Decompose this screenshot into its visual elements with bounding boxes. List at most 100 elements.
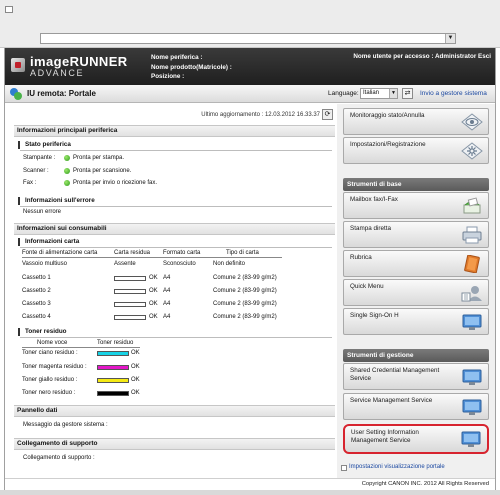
section-device-info: Informazioni principali periferica (14, 125, 335, 137)
paper-source: Cassetto 1 (22, 275, 51, 281)
toner-name: Toner magenta residuo : (22, 364, 87, 370)
location-label: Posizione : (151, 73, 185, 80)
service-management-button[interactable]: Service Management Service (343, 393, 489, 420)
button-label: Shared Credential Management Service (350, 367, 440, 382)
header-underline (22, 257, 282, 258)
user-info[interactable]: Nome utente per accesso : Administrator … (353, 53, 491, 60)
paper-level-bar (114, 315, 146, 320)
address-bar[interactable]: ▼ (40, 33, 456, 44)
language-apply-button[interactable]: ⇄ (402, 88, 413, 99)
paper-type: Comune 2 (83-99 g/m2) (213, 288, 277, 294)
quick-menu-button[interactable]: Quick Menu (343, 279, 489, 306)
status-value: Pronta per invio o ricezione fax. (73, 180, 158, 186)
language-label: Language: (328, 90, 359, 97)
column-header: Toner residuo (97, 340, 134, 346)
toner-name: Toner ciano residuo : (22, 350, 78, 356)
paper-level-bar (114, 302, 146, 307)
address-book-icon (464, 255, 480, 273)
paper-source: Cassetto 4 (22, 314, 51, 320)
last-update: Ultimo aggiornamento : 12.03.2012 16.33.… (201, 112, 320, 118)
fax-mailbox-button[interactable]: Mailbox fax/I-Fax (343, 192, 489, 219)
divider (20, 247, 332, 248)
page-titlebar: IU remota: Portale Language: Italian ▼ ⇄… (5, 85, 495, 103)
status-label: Stampante : (23, 155, 56, 161)
footer: Copyright CANON INC. 2012 All Rights Res… (5, 478, 495, 490)
shared-credential-button[interactable]: Shared Credential Management Service (343, 363, 489, 390)
device-name-label: Nome periferica : (151, 54, 203, 61)
status-ok-icon (64, 155, 70, 161)
admin-message-label: Messaggio da gestore sistema : (23, 422, 108, 428)
monitor-icon (461, 431, 481, 447)
refresh-button[interactable]: ⟳ (322, 109, 333, 120)
status-monitor-button[interactable]: Monitoraggio stato/Annulla (343, 108, 489, 135)
button-label: Monitoraggio stato/Annulla (350, 112, 425, 119)
chevron-down-icon: ▼ (389, 89, 397, 98)
paper-remaining: Assente (114, 261, 136, 267)
button-label: Rubrica (350, 254, 372, 261)
monitor-icon (462, 314, 482, 330)
product-subtitle: ADVANCE (30, 68, 85, 78)
status-ok-icon (64, 168, 70, 174)
no-error-text: Nessun errore (23, 209, 62, 215)
printer-icon (462, 226, 482, 244)
quick-menu-icon (461, 286, 482, 302)
button-label: User Setting Information Management Serv… (351, 429, 419, 444)
eye-icon (461, 113, 483, 131)
paper-remaining: OK (149, 275, 158, 281)
paper-level-bar (114, 289, 146, 294)
user-setting-info-button[interactable]: User Setting Information Management Serv… (343, 424, 489, 454)
button-label: Stampa diretta (350, 225, 391, 232)
copyright: Copyright CANON INC. 2012 All Rights Res… (361, 481, 489, 487)
column-header: Carta residua (114, 250, 151, 256)
paper-size: A4 (163, 301, 171, 307)
chevron-down-icon[interactable]: ▼ (445, 34, 455, 43)
toner-level-bar (97, 378, 129, 383)
toner-value: OK (131, 390, 140, 396)
button-label: Quick Menu (350, 283, 384, 290)
toner-level-bar (97, 391, 129, 396)
paper-type: Comune 2 (83-99 g/m2) (213, 301, 277, 307)
button-label: Impostazioni/Registrazione (350, 141, 426, 148)
button-label: Single Sign-On H (350, 312, 399, 319)
paper-source: Vassoio multiuso (22, 261, 67, 267)
address-book-button[interactable]: Rubrica (343, 250, 489, 277)
paper-type: Comune 2 (83-99 g/m2) (213, 275, 277, 281)
product-name: imageRUNNER (30, 54, 128, 69)
single-sign-on-button[interactable]: Single Sign-On H (343, 308, 489, 335)
status-ok-icon (64, 180, 70, 186)
app-header: imageRUNNER ADVANCE Nome periferica : No… (5, 48, 495, 85)
divider (20, 337, 332, 338)
paper-remaining: OK (149, 288, 158, 294)
portal-settings-link[interactable]: Impostazioni visualizzazione portale (341, 464, 445, 471)
language-select[interactable]: Italian ▼ (360, 88, 398, 99)
subsection-paper-info: Informazioni carta (18, 238, 79, 246)
page-title: IU remota: Portale (27, 89, 96, 98)
column-header: Fonte di alimentazione carta (22, 250, 98, 256)
paper-remaining: OK (149, 301, 158, 307)
toner-name: Toner nero residuo : (22, 390, 76, 396)
section-consumables: Informazioni sui consumabili (14, 223, 335, 235)
column-header: Tipo di carta (226, 250, 259, 256)
paper-type: Non definito (213, 261, 246, 267)
toner-value: OK (131, 377, 140, 383)
paper-source: Cassetto 2 (22, 288, 51, 294)
portal-icon (10, 88, 22, 100)
admin-contact-link[interactable]: Invio a gestore sistema (420, 90, 487, 97)
paper-size: A4 (163, 275, 171, 281)
frame-border (495, 48, 496, 490)
paper-level-bar (114, 276, 146, 281)
subsection-error-info: Informazioni sull'errore (18, 197, 95, 205)
monitor-icon (462, 369, 482, 385)
product-name-label: Nome prodotto(Matricole) : (151, 63, 232, 71)
subsection-toner: Toner residuo (18, 328, 67, 336)
settings-registration-button[interactable]: Impostazioni/Registrazione (343, 137, 489, 164)
paper-source: Cassetto 3 (22, 301, 51, 307)
section-support-link: Collegamento di supporto (14, 438, 335, 450)
browser-status-bar (0, 490, 500, 495)
main-panel: Ultimo aggiornamento : 12.03.2012 16.33.… (5, 104, 335, 478)
browser-toolbar: ▼ (0, 0, 500, 48)
canon-logo-icon (11, 58, 25, 72)
direct-print-button[interactable]: Stampa diretta (343, 221, 489, 248)
paper-type: Comune 2 (83-99 g/m2) (213, 314, 277, 320)
status-value: Pronta per stampa. (73, 155, 125, 161)
